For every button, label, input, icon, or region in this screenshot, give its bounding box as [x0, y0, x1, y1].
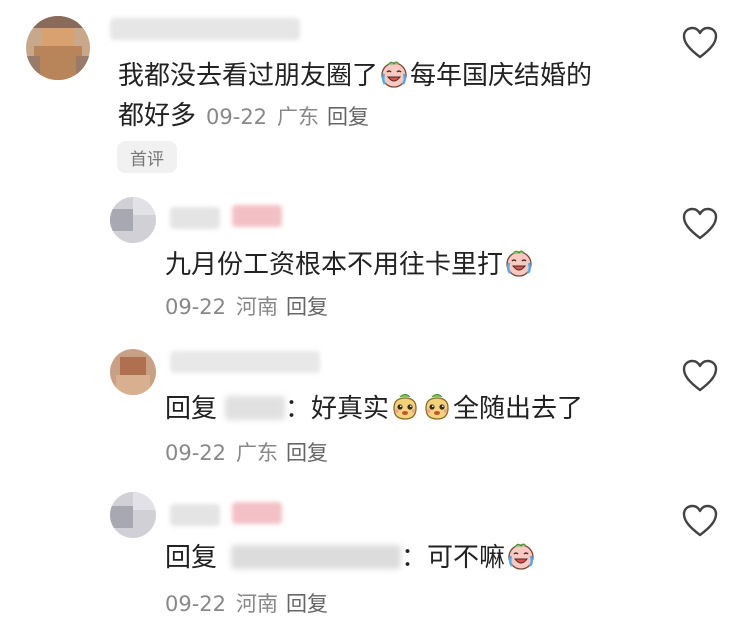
reply-button[interactable]: 回复 [327, 105, 369, 129]
first-comment-badge: 首评 [117, 141, 177, 173]
comment-text: 我都没去看过朋友圈了 每年国庆结婚的 [118, 60, 593, 91]
avatar[interactable] [110, 492, 156, 538]
money-face-emoji-icon [393, 393, 417, 420]
comment-location: 河南 [236, 295, 279, 319]
crying-laughing-emoji-icon [380, 60, 408, 89]
username-redacted[interactable] [170, 351, 320, 373]
replied-user-redacted[interactable] [225, 396, 286, 420]
username-redacted[interactable] [170, 504, 220, 526]
comment-3: 回复 ：好真实 全随出去了 09-22 广东 回复 [0, 335, 750, 480]
username-redacted[interactable] [232, 205, 282, 227]
reply-button[interactable]: 回复 [286, 592, 328, 616]
comment-text: 九月份工资根本不用往卡里打 [165, 245, 535, 285]
comment-location: 广东 [277, 105, 320, 129]
avatar[interactable] [26, 16, 90, 80]
comment-date: 09-22 [165, 592, 227, 616]
like-heart-icon[interactable] [682, 26, 718, 60]
like-heart-icon[interactable] [682, 504, 718, 538]
avatar[interactable] [110, 197, 156, 243]
comment-date: 09-22 [165, 295, 227, 319]
comment-text: 回复 ：好真实 全随出去了 [165, 393, 584, 424]
comment-meta: 09-22 河南 回复 [165, 588, 328, 618]
reply-button[interactable]: 回复 [286, 441, 328, 465]
avatar[interactable] [110, 349, 156, 395]
comment-1: 我都没去看过朋友圈了 每年国庆结婚的 都好多 09-22 广东 回复 首评 [0, 0, 750, 185]
comment-meta: 09-22 广东 回复 [165, 437, 328, 467]
username-redacted[interactable] [170, 207, 220, 229]
comment-location: 河南 [236, 592, 279, 616]
replied-user-redacted[interactable] [231, 545, 402, 569]
comment-text-line2: 都好多 09-22 广东 回复 [118, 101, 370, 131]
like-heart-icon[interactable] [682, 359, 718, 393]
comment-4: 回复 ：可不嘛 09-22 河南 回复 [0, 480, 750, 630]
comment-date: 09-22 [165, 441, 227, 465]
crying-laughing-emoji-icon [507, 542, 535, 571]
comment-location: 广东 [236, 441, 279, 465]
comment-2: 九月份工资根本不用往卡里打 09-22 河南 回复 [0, 185, 750, 335]
reply-prefix: 回复 [165, 394, 218, 424]
money-face-emoji-icon [425, 393, 449, 420]
comment-text: 回复 ：可不嘛 [165, 538, 537, 578]
reply-button[interactable]: 回复 [286, 295, 328, 319]
reply-prefix: 回复 [165, 543, 218, 573]
username-redacted[interactable] [110, 18, 300, 40]
comment-meta: 09-22 河南 回复 [165, 291, 328, 321]
username-redacted[interactable] [232, 502, 282, 524]
comment-date: 09-22 [206, 105, 268, 129]
crying-laughing-emoji-icon [505, 249, 533, 278]
like-heart-icon[interactable] [682, 207, 718, 241]
